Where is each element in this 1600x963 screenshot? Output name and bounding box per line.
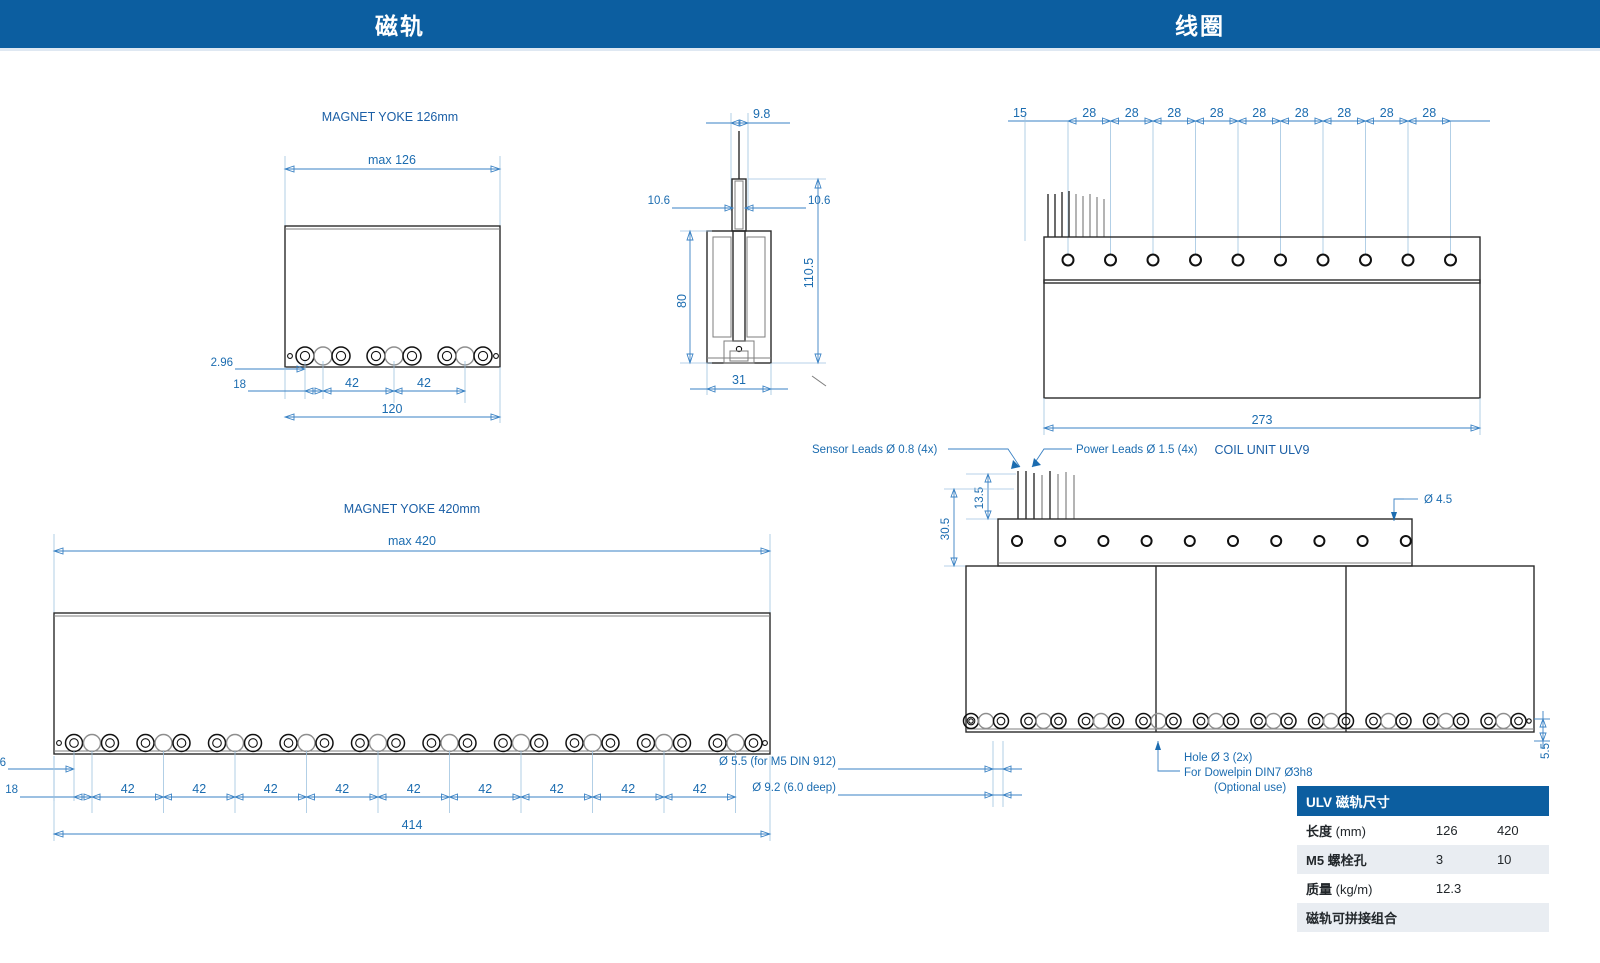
spec-row-0-label: 长度 (mm) bbox=[1306, 824, 1366, 839]
view-assembly: Sensor Leads Ø 0.8 (4x) Power Leads Ø 1.… bbox=[719, 444, 1552, 807]
yoke420-total-dim: 414 bbox=[402, 818, 423, 832]
spec-row-0-v1: 126 bbox=[1435, 823, 1458, 838]
section-overall-height: 110.5 bbox=[802, 258, 816, 288]
table-row: 磁轨可拼接组合 bbox=[1297, 903, 1549, 932]
coil-overall-dim: 273 bbox=[1252, 413, 1273, 427]
yoke126-edge-dim: 2.96 bbox=[211, 357, 233, 369]
spec-row-1-label: M5 螺栓孔 bbox=[1306, 853, 1367, 868]
yoke420-first-pitch: 18 bbox=[5, 784, 18, 796]
svg-text:42: 42 bbox=[478, 782, 492, 796]
assembly-hole3-line1: Hole Ø 3 (2x) bbox=[1184, 752, 1253, 764]
svg-text:28: 28 bbox=[1337, 106, 1351, 120]
spec-table: ULV 磁轨尺寸 长度 (mm) 126 420 M5 螺栓孔 3 10 质量 … bbox=[1297, 786, 1549, 932]
assembly-leads bbox=[1017, 471, 1075, 519]
table-row: 长度 (mm) 126 420 bbox=[1297, 816, 1549, 845]
svg-text:42: 42 bbox=[407, 782, 421, 796]
header-title-right: 线圈 bbox=[1175, 13, 1225, 39]
spec-row-1-v2: 10 bbox=[1496, 852, 1512, 867]
yoke126-bolt-holes bbox=[287, 346, 499, 366]
spec-row-0-v2: 420 bbox=[1496, 823, 1519, 838]
section-base-width: 31 bbox=[732, 373, 746, 387]
yoke420-title: MAGNET YOKE 420mm bbox=[344, 502, 480, 516]
sensor-leads-label: Sensor Leads Ø 0.8 (4x) bbox=[812, 444, 937, 456]
header-title-left: 磁轨 bbox=[375, 13, 425, 39]
svg-text:28: 28 bbox=[1252, 106, 1266, 120]
assembly-dim-30-5: 30.5 bbox=[940, 518, 952, 540]
svg-text:42: 42 bbox=[335, 782, 349, 796]
svg-text:28: 28 bbox=[1295, 106, 1309, 120]
yoke126-pitch-1: 42 bbox=[345, 376, 359, 390]
svg-text:28: 28 bbox=[1125, 106, 1139, 120]
header-bar-coil: 线圈 bbox=[800, 0, 1600, 48]
svg-text:42: 42 bbox=[264, 782, 278, 796]
spec-row-1-v1: 3 bbox=[1435, 852, 1444, 867]
spec-table-title: ULV 磁轨尺寸 bbox=[1297, 786, 1549, 816]
section-left-gap: 10.6 bbox=[648, 195, 670, 207]
svg-text:28: 28 bbox=[1210, 106, 1224, 120]
assembly-dim-13-5: 13.5 bbox=[974, 487, 986, 509]
view-magnet-yoke-420: MAGNET YOKE 420mm max 420 2.96 18 42 42 42… bbox=[0, 502, 772, 841]
yoke126-total-dim: 120 bbox=[382, 402, 403, 416]
table-row: M5 螺栓孔 3 10 bbox=[1297, 845, 1549, 874]
svg-text:28: 28 bbox=[1082, 106, 1096, 120]
svg-text:42: 42 bbox=[192, 782, 206, 796]
assembly-hole3-line2: For Dowelpin DIN7 Ø3h8 bbox=[1184, 767, 1312, 779]
section-top-width: 9.8 bbox=[753, 107, 770, 121]
spec-row-2-v1: 12.3 bbox=[1435, 881, 1462, 896]
view-cross-section: 9.8 10.6 10.6 80 110.5 31 bbox=[648, 107, 830, 395]
section-inner-height: 80 bbox=[675, 294, 689, 308]
view-coil-unit: 15 28 28 28 28 28 28 28 28 28 273 COIL UNIT ULV9 bbox=[1008, 106, 1490, 457]
svg-text:15: 15 bbox=[1013, 106, 1027, 120]
table-row: 质量 (kg/m) 12.3 bbox=[1297, 874, 1549, 903]
svg-text:42: 42 bbox=[693, 782, 707, 796]
yoke126-pitch-2: 42 bbox=[417, 376, 431, 390]
svg-text:42: 42 bbox=[121, 782, 135, 796]
svg-text:28: 28 bbox=[1167, 106, 1181, 120]
assembly-hole3-line3: (Optional use) bbox=[1214, 782, 1286, 794]
coil-leads bbox=[1047, 191, 1105, 237]
spec-row-2-label: 质量 (kg/m) bbox=[1306, 882, 1373, 897]
yoke420-edge-dim: 2.96 bbox=[0, 757, 6, 769]
yoke126-first-pitch: 18 bbox=[233, 379, 246, 391]
yoke420-overall-dim: max 420 bbox=[388, 534, 436, 548]
yoke126-title: MAGNET YOKE 126mm bbox=[322, 110, 458, 124]
assembly-dia-4-5: Ø 4.5 bbox=[1424, 494, 1452, 506]
header-bar-magnet-track: 磁轨 bbox=[0, 0, 800, 48]
assembly-edge-5-5: 5.5 bbox=[1540, 743, 1552, 759]
assembly-dia-5-5: Ø 5.5 (for M5 DIN 912) bbox=[719, 756, 836, 768]
power-leads-label: Power Leads Ø 1.5 (4x) bbox=[1076, 444, 1198, 456]
spec-table-footer: 磁轨可拼接组合 bbox=[1306, 911, 1398, 926]
yoke126-overall-dim: max 126 bbox=[368, 153, 416, 167]
svg-text:42: 42 bbox=[550, 782, 564, 796]
coil-unit-title: COIL UNIT ULV9 bbox=[1215, 443, 1310, 457]
assembly-dia-9-2: Ø 9.2 (6.0 deep) bbox=[752, 782, 836, 794]
section-right-gap: 10.6 bbox=[808, 195, 830, 207]
svg-text:28: 28 bbox=[1380, 106, 1394, 120]
svg-text:42: 42 bbox=[621, 782, 635, 796]
view-magnet-yoke-126: MAGNET YOKE 126mm max 126 2.96 18 42 42 … bbox=[211, 110, 502, 423]
svg-text:28: 28 bbox=[1422, 106, 1436, 120]
